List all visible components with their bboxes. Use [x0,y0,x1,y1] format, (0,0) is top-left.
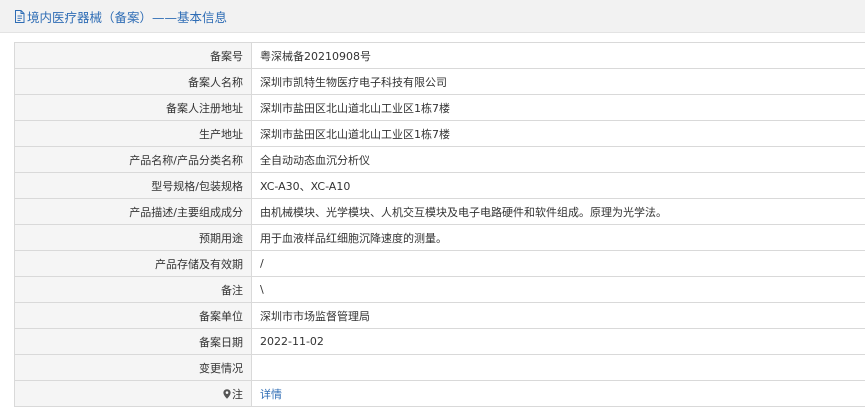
section-header: 境内医疗器械（备案）——基本信息 [0,0,865,33]
row-label: 备注 [14,276,252,303]
record-info-table: 备案号 粤深械备20210908号 备案人名称 深圳市凯特生物医疗电子科技有限公… [14,42,865,407]
table-row: 备案人注册地址 深圳市盐田区北山道北山工业区1栋7楼 [14,94,865,121]
section-title: 境内医疗器械（备案）——基本信息 [27,9,228,25]
row-label: 备案日期 [14,328,252,355]
row-value: 全自动动态血沉分析仪 [251,146,865,173]
table-row: 注 详情 [14,380,865,407]
row-label: 变更情况 [14,354,252,381]
row-value: XC-A30、XC-A10 [251,172,865,199]
table-row: 型号规格/包装规格 XC-A30、XC-A10 [14,172,865,199]
row-value: 粤深械备20210908号 [251,42,865,69]
table-row: 产品名称/产品分类名称 全自动动态血沉分析仪 [14,146,865,173]
table-row: 变更情况 [14,354,865,381]
row-label: 生产地址 [14,120,252,147]
table-row: 备案人名称 深圳市凯特生物医疗电子科技有限公司 [14,68,865,95]
table-row: 预期用途 用于血液样品红细胞沉降速度的测量。 [14,224,865,251]
row-value: 详情 [251,380,865,407]
table-row: 生产地址 深圳市盐田区北山道北山工业区1栋7楼 [14,120,865,147]
row-value: 深圳市市场监督管理局 [251,302,865,329]
row-label: 型号规格/包装规格 [14,172,252,199]
table-row: 备注 \ [14,276,865,303]
row-value: 2022-11-02 [251,328,865,355]
row-value: 深圳市凯特生物医疗电子科技有限公司 [251,68,865,95]
row-label-note: 注 [14,380,252,407]
table-row: 备案单位 深圳市市场监督管理局 [14,302,865,329]
row-label: 备案单位 [14,302,252,329]
table-row: 产品描述/主要组成成分 由机械模块、光学模块、人机交互模块及电子电路硬件和软件组… [14,198,865,225]
table-row: 备案号 粤深械备20210908号 [14,42,865,69]
row-label: 备案号 [14,42,252,69]
table-row: 产品存储及有效期 / [14,250,865,277]
row-value [251,354,865,381]
row-label: 产品描述/主要组成成分 [14,198,252,225]
row-value: 用于血液样品红细胞沉降速度的测量。 [251,224,865,251]
table-row: 备案日期 2022-11-02 [14,328,865,355]
row-value: 深圳市盐田区北山道北山工业区1栋7楼 [251,120,865,147]
row-label: 产品存储及有效期 [14,250,252,277]
row-value: 深圳市盐田区北山道北山工业区1栋7楼 [251,94,865,121]
document-icon [14,9,25,23]
row-value: / [251,250,865,277]
row-label: 备案人名称 [14,68,252,95]
row-label: 产品名称/产品分类名称 [14,146,252,173]
details-link[interactable]: 详情 [260,388,282,401]
row-value: 由机械模块、光学模块、人机交互模块及电子电路硬件和软件组成。原理为光学法。 [251,198,865,225]
map-pin-icon [223,388,231,399]
row-value: \ [251,276,865,303]
note-label-text: 注 [232,387,243,401]
row-label: 备案人注册地址 [14,94,252,121]
page: 境内医疗器械（备案）——基本信息 备案号 粤深械备20210908号 备案人名称… [0,0,865,414]
row-label: 预期用途 [14,224,252,251]
